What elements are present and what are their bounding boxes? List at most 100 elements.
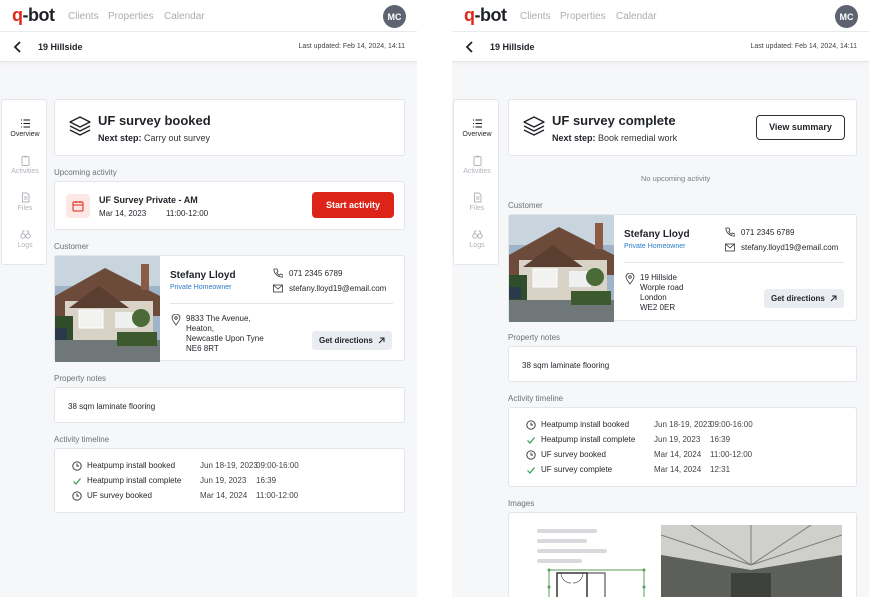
section-label-customer: Customer: [508, 201, 543, 210]
get-directions-button[interactable]: Get directions: [764, 289, 844, 308]
customer-type[interactable]: Private Homeowner: [624, 243, 685, 250]
timeline-time: 16:39: [256, 476, 277, 485]
sidebar-item-activities[interactable]: Activities: [2, 155, 48, 175]
section-label-customer: Customer: [54, 242, 89, 251]
timeline-date: Mar 14, 2024: [200, 491, 248, 500]
house-photo: [55, 256, 160, 362]
next-step-label: Next step:: [98, 133, 142, 143]
list-icon: [20, 119, 30, 128]
timeline-row: UF survey booked Mar 14, 2024 11:00-12:00: [55, 490, 404, 502]
phone-icon: [725, 227, 735, 237]
get-directions-button[interactable]: Get directions: [312, 331, 392, 350]
sidebar-item-overview[interactable]: Overview: [2, 118, 48, 138]
screen-survey-booked: q-bot Clients Properties Calendar MC 19 …: [0, 0, 417, 597]
timeline-time: 09:00-16:00: [710, 420, 753, 429]
list-icon: [472, 119, 482, 128]
section-label-timeline: Activity timeline: [54, 435, 110, 444]
qbot-logo[interactable]: q-bot: [12, 5, 55, 26]
location-pin-icon: [171, 314, 181, 326]
property-photo: [509, 215, 614, 322]
view-summary-button[interactable]: View summary: [756, 115, 845, 140]
next-step: Next step: Book remedial work: [552, 133, 677, 143]
mail-icon: [725, 243, 735, 252]
screen-survey-complete: q-bot Clients Properties Calendar MC 19 …: [452, 0, 869, 597]
calendar-icon-badge: [66, 194, 90, 218]
check-icon: [527, 467, 535, 474]
customer-card: Stefany Lloyd Private Homeowner 071 2345…: [508, 214, 857, 322]
start-activity-button[interactable]: Start activity: [312, 192, 394, 218]
customer-type[interactable]: Private Homeowner: [170, 284, 231, 291]
timeline-date: Jun 18-19, 2023: [200, 461, 258, 470]
address-line: NE6 8RT: [186, 344, 219, 353]
section-label-images: Images: [508, 499, 535, 508]
page-title: 19 Hillside: [38, 42, 83, 52]
underfloor-photo[interactable]: [661, 525, 842, 597]
nav-clients[interactable]: Clients: [68, 11, 99, 22]
avatar[interactable]: MC: [835, 5, 858, 28]
timeline-row: Heatpump install complete Jun 19, 2023 16:…: [55, 475, 404, 487]
qbot-logo[interactable]: q-bot: [464, 5, 507, 26]
nav-calendar[interactable]: Calendar: [164, 11, 205, 22]
sidebar-item-label: Overview: [10, 131, 40, 138]
section-label-notes: Property notes: [508, 333, 561, 342]
customer-card: Stefany Lloyd Private Homeowner 071 2345…: [54, 255, 405, 362]
property-notes-text: 38 sqm laminate flooring: [68, 402, 156, 411]
address-line: London: [640, 293, 667, 302]
property-header: 19 Hillside Last updated: Feb 14, 2024, …: [452, 32, 869, 62]
nav-clients[interactable]: Clients: [520, 11, 551, 22]
avatar[interactable]: MC: [383, 5, 406, 28]
sidebar-item-logs[interactable]: Logs: [454, 229, 500, 249]
timeline-date: Jun 19, 2023: [654, 435, 701, 444]
nav-calendar[interactable]: Calendar: [616, 11, 657, 22]
phone-icon: [273, 268, 283, 278]
customer-phone[interactable]: 071 2345 6789: [741, 228, 794, 237]
arrow-up-right-icon: [830, 295, 837, 302]
clock-icon: [72, 491, 82, 501]
timeline-time: 09:00-16:00: [256, 461, 299, 470]
sidebar-item-files[interactable]: Files: [2, 192, 48, 212]
file-icon: [473, 192, 481, 203]
next-step: Next step: Carry out survey: [98, 133, 210, 143]
next-step-label: Next step:: [552, 133, 596, 143]
sidebar-item-logs[interactable]: Logs: [2, 229, 48, 249]
nav-properties[interactable]: Properties: [108, 11, 154, 22]
property-notes-text: 38 sqm laminate flooring: [522, 361, 610, 370]
floorplan-image[interactable]: [527, 523, 652, 597]
activity-timeline-card: Heatpump install booked Jun 18-19, 2023 09…: [54, 448, 405, 513]
timeline-row: Heatpump install complete Jun 19, 2023 16:…: [509, 434, 856, 446]
property-notes-card: 38 sqm laminate flooring: [54, 387, 405, 423]
timeline-row: UF survey booked Mar 14, 2024 11:00-12:00: [509, 449, 856, 461]
location-pin-icon: [625, 273, 635, 285]
back-arrow-icon[interactable]: [464, 40, 476, 54]
customer-phone[interactable]: 071 2345 6789: [289, 269, 342, 278]
sidebar-item-label: Logs: [17, 242, 33, 249]
property-header: 19 Hillside Last updated: Feb 14, 2024, …: [0, 32, 417, 62]
sidebar-item-activities[interactable]: Activities: [454, 155, 500, 175]
no-upcoming-activity: No upcoming activity: [641, 174, 711, 183]
address-line: 19 Hillside: [640, 273, 677, 282]
address-line: Newcastle Upon Tyne: [186, 334, 264, 343]
sidebar-item-overview[interactable]: Overview: [454, 118, 500, 138]
timeline-date: Mar 14, 2024: [654, 450, 702, 459]
activity-title: UF Survey Private - AM: [99, 195, 198, 205]
upcoming-activity-card[interactable]: UF Survey Private - AM Mar 14, 2023 11:0…: [54, 181, 405, 230]
clipboard-icon: [21, 155, 29, 166]
timeline-activity: Heatpump install booked: [87, 461, 176, 470]
back-arrow-icon[interactable]: [12, 40, 24, 54]
side-navigation: Overview Activities Files Logs: [1, 99, 47, 265]
check-icon: [527, 437, 535, 444]
status-title: UF survey booked: [98, 113, 211, 128]
customer-email[interactable]: stefany.lloyd19@email.com: [289, 284, 386, 293]
status-card: UF survey complete Next step: Book remed…: [508, 99, 857, 156]
images-card: [508, 512, 857, 597]
timeline-activity: Heatpump install complete: [87, 476, 182, 485]
timeline-time: 12:31: [710, 465, 731, 474]
next-step-value: Carry out survey: [144, 133, 211, 143]
sidebar-item-label: Activities: [463, 168, 491, 175]
sidebar-item-files[interactable]: Files: [454, 192, 500, 212]
top-navbar: q-bot Clients Properties Calendar MC: [452, 0, 869, 32]
customer-email[interactable]: stefany.lloyd19@email.com: [741, 243, 838, 252]
timeline-time: 11:00-12:00: [710, 450, 753, 459]
nav-properties[interactable]: Properties: [560, 11, 606, 22]
sidebar-item-label: Activities: [11, 168, 39, 175]
